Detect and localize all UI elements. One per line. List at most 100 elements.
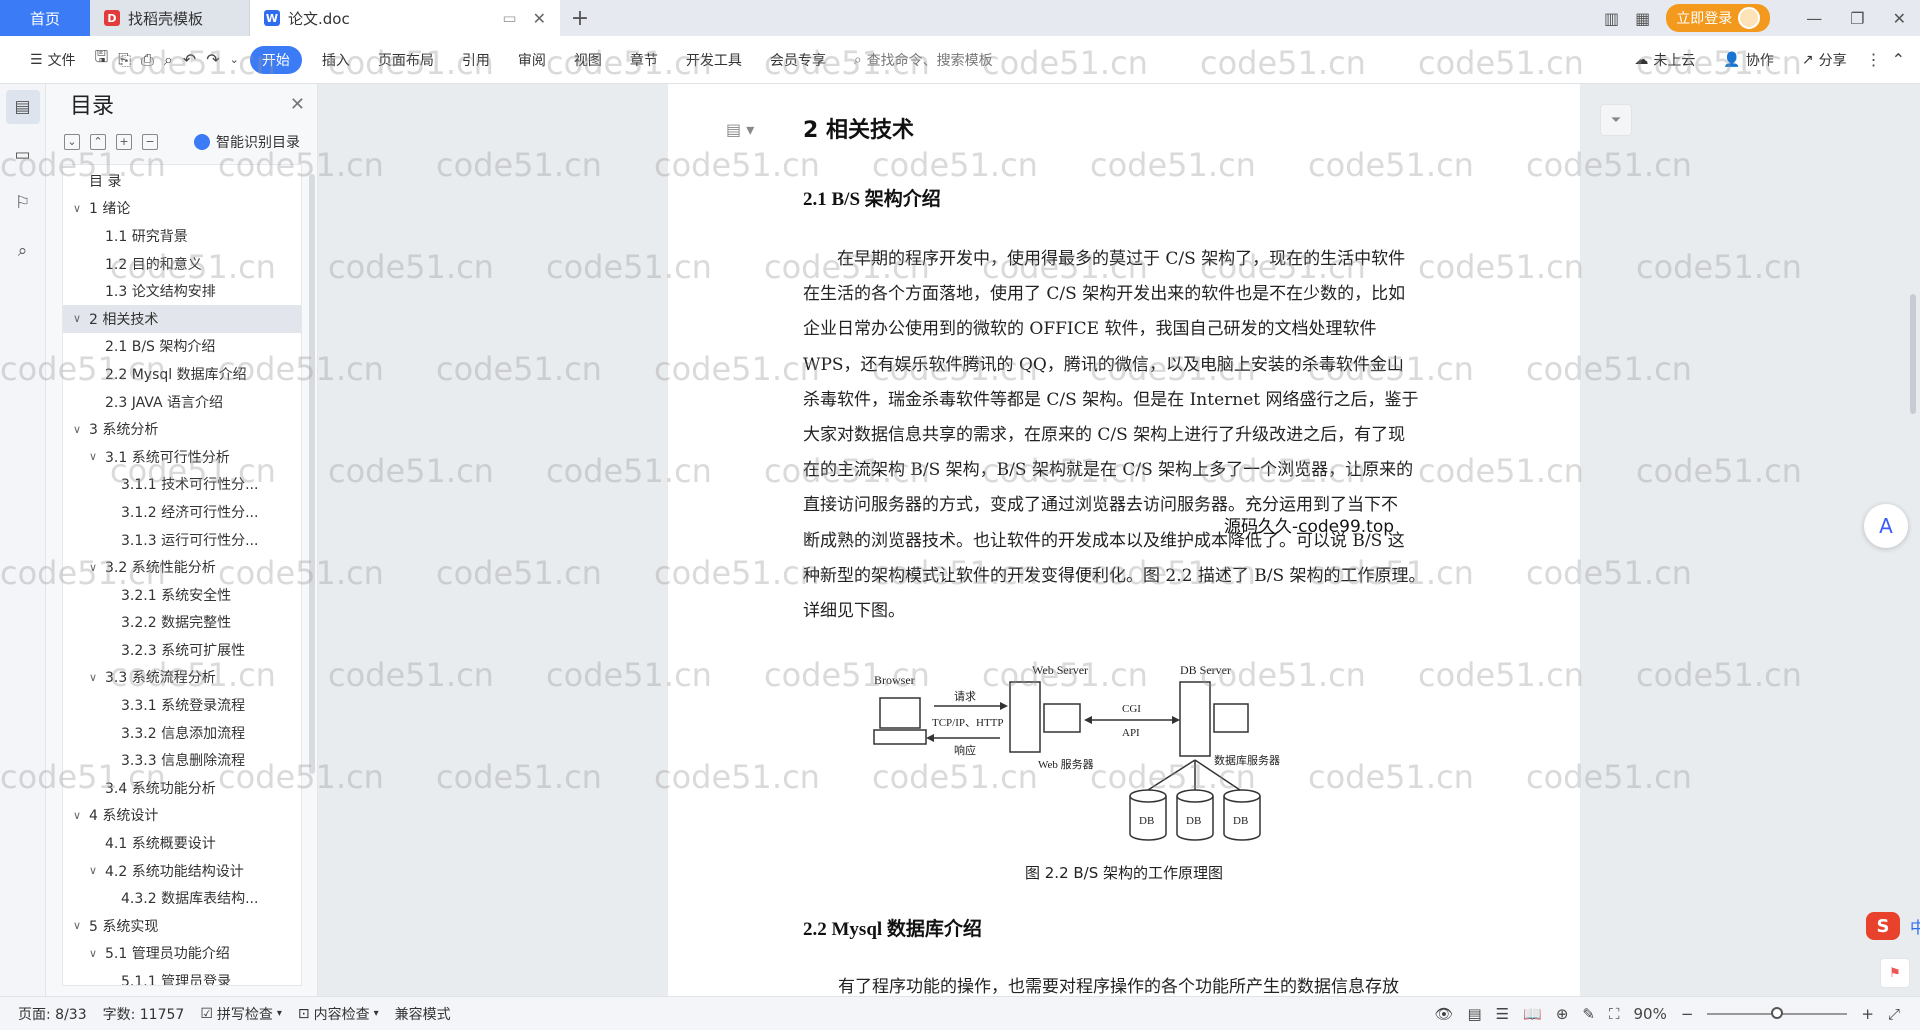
- zoom-slider[interactable]: [1707, 1006, 1848, 1019]
- tab-layout[interactable]: 页面布局: [364, 50, 448, 70]
- toc-item[interactable]: ∨ 5 系统实现: [63, 912, 301, 940]
- toc-item[interactable]: 3.1.1 技术可行性分...: [63, 471, 301, 499]
- toc-item[interactable]: 1.3 论文结构安排: [63, 277, 301, 305]
- toc-item[interactable]: ∨ 3 系统分析: [63, 415, 301, 443]
- close-icon[interactable]: ✕: [290, 94, 305, 115]
- ai-assistant-icon[interactable]: A: [1864, 504, 1908, 548]
- toc-nav-icon[interactable]: ▤: [5, 90, 40, 124]
- outline-view-icon[interactable]: ☰: [1496, 1005, 1509, 1023]
- login-button[interactable]: 立即登录: [1666, 4, 1771, 32]
- toc-scrollbar[interactable]: [309, 174, 315, 774]
- tab-section[interactable]: 章节: [616, 50, 672, 70]
- page-indicator[interactable]: 页面: 8/33: [10, 1004, 95, 1024]
- share-button[interactable]: ↗ 分享: [1788, 50, 1861, 70]
- tab-insert[interactable]: 插入: [308, 50, 364, 70]
- read-view-icon[interactable]: 📖: [1523, 1005, 1542, 1023]
- chevron-down-icon[interactable]: ∨: [85, 864, 101, 877]
- remove-heading-icon[interactable]: −: [142, 134, 158, 150]
- eye-protect-icon[interactable]: 👁: [1434, 1005, 1453, 1023]
- toc-item[interactable]: 2.1 B/S 架构介绍: [63, 333, 301, 361]
- feedback-icon[interactable]: ⚑: [1880, 958, 1910, 988]
- undo-icon[interactable]: ↶: [178, 50, 201, 69]
- print-icon[interactable]: ⎙: [136, 50, 159, 70]
- page-view-icon[interactable]: ▤: [1467, 1005, 1481, 1023]
- toc-item[interactable]: 3.3.2 信息添加流程: [63, 719, 301, 747]
- toc-item[interactable]: 1.2 目的和意义: [63, 250, 301, 278]
- toc-item[interactable]: 2.3 JAVA 语言介绍: [63, 388, 301, 416]
- chevron-down-icon[interactable]: ∨: [69, 202, 85, 215]
- scroll-thumb[interactable]: [1910, 294, 1916, 414]
- toc-item[interactable]: 5.1.1 管理员登录: [63, 967, 301, 985]
- toc-item[interactable]: 1.1 研究背景: [63, 222, 301, 250]
- toc-item[interactable]: 3.4 系统功能分析: [63, 774, 301, 802]
- sogou-ime-icon[interactable]: S: [1866, 912, 1900, 940]
- window-restore-icon[interactable]: ▭: [502, 9, 516, 27]
- chapter-nav-icon[interactable]: ▭: [6, 138, 40, 172]
- dropdown-icon[interactable]: ⌄: [225, 53, 244, 66]
- chevron-down-icon[interactable]: ∨: [69, 919, 85, 932]
- toc-item[interactable]: ∨ 3.3 系统流程分析: [63, 664, 301, 692]
- more-icon[interactable]: ⋮: [1861, 50, 1887, 69]
- zoom-out-icon[interactable]: −: [1681, 1005, 1694, 1023]
- word-count[interactable]: 字数: 11757: [95, 1004, 193, 1024]
- collapse-all-icon[interactable]: ⌃: [90, 134, 106, 150]
- fit-page-icon[interactable]: ⛶: [1609, 1005, 1620, 1023]
- toc-item[interactable]: ∨ 4.2 系统功能结构设计: [63, 857, 301, 885]
- new-tab-button[interactable]: +: [560, 0, 600, 36]
- tab-template[interactable]: D 找稻壳模板: [90, 0, 250, 36]
- apps-grid-icon[interactable]: ▦: [1635, 9, 1650, 28]
- tab-document[interactable]: W 论文.doc ▭ ✕: [250, 0, 560, 36]
- tab-references[interactable]: 引用: [448, 50, 504, 70]
- toc-item[interactable]: 3.2.1 系统安全性: [63, 581, 301, 609]
- save-icon[interactable]: 🖫: [90, 46, 114, 73]
- toc-item[interactable]: 2.2 Mysql 数据库介绍: [63, 360, 301, 388]
- tab-review[interactable]: 审阅: [504, 50, 560, 70]
- fullscreen-icon[interactable]: ⤢: [1888, 1005, 1900, 1023]
- filter-icon[interactable]: ⏷: [1600, 104, 1632, 136]
- chevron-down-icon[interactable]: ∨: [69, 423, 85, 436]
- page-tools-icon[interactable]: ▤ ▾: [726, 120, 754, 139]
- chevron-down-icon[interactable]: ∨: [85, 947, 101, 960]
- chevron-down-icon[interactable]: ∨: [69, 312, 85, 325]
- vertical-scrollbar[interactable]: [1908, 84, 1918, 996]
- close-tab-icon[interactable]: ✕: [533, 9, 546, 28]
- toc-item[interactable]: ∨ 4 系统设计: [63, 802, 301, 830]
- collab-button[interactable]: 👤 协作: [1709, 50, 1787, 70]
- toc-item[interactable]: 3.2.2 数据完整性: [63, 609, 301, 637]
- toc-item[interactable]: ∨ 2 相关技术: [63, 304, 301, 333]
- toc-item[interactable]: ∨ 3.1 系统可行性分析: [63, 443, 301, 471]
- toc-item[interactable]: 目 录: [63, 167, 301, 195]
- tab-start[interactable]: 开始: [249, 45, 302, 74]
- toc-item[interactable]: 4.3.2 数据库表结构...: [63, 884, 301, 912]
- smart-toc-button[interactable]: 智能识别目录: [194, 132, 300, 152]
- bookmark-icon[interactable]: ⚐: [6, 186, 40, 220]
- content-check-button[interactable]: ⊡ 内容检查 ▾: [290, 1004, 387, 1024]
- tab-devtools[interactable]: 开发工具: [672, 50, 756, 70]
- toc-item[interactable]: 3.3.3 信息删除流程: [63, 746, 301, 774]
- zoom-level[interactable]: 90%: [1633, 1005, 1666, 1023]
- chevron-down-icon[interactable]: ∨: [85, 561, 101, 574]
- redo-icon[interactable]: ↷: [201, 50, 224, 69]
- spell-check-button[interactable]: ☑ 拼写检查 ▾: [192, 1004, 290, 1024]
- add-heading-icon[interactable]: +: [116, 134, 132, 150]
- toc-item[interactable]: 3.1.3 运行可行性分...: [63, 526, 301, 554]
- file-menu[interactable]: ☰ 文件: [16, 50, 90, 70]
- find-icon[interactable]: ⌕: [6, 234, 40, 268]
- chevron-down-icon[interactable]: ∨: [69, 809, 85, 822]
- expand-all-icon[interactable]: ⌄: [64, 134, 80, 150]
- close-window-icon[interactable]: ✕: [1893, 9, 1906, 28]
- chevron-down-icon[interactable]: ∨: [85, 671, 101, 684]
- web-view-icon[interactable]: ⊕: [1556, 1005, 1569, 1023]
- export-icon[interactable]: ⎘: [113, 50, 136, 70]
- document-page[interactable]: ▤ ▾ 2 相关技术 2.1 B/S 架构介绍 在早期的程序开发中，使用得最多的…: [668, 84, 1580, 996]
- pen-icon[interactable]: ✎: [1582, 1005, 1595, 1023]
- toc-item[interactable]: 4.1 系统概要设计: [63, 829, 301, 857]
- tab-view[interactable]: 视图: [560, 50, 616, 70]
- tab-member[interactable]: 会员专享: [756, 50, 840, 70]
- toc-item[interactable]: 3.3.1 系统登录流程: [63, 691, 301, 719]
- command-search[interactable]: ⌕ 查找命令、搜索模板: [840, 50, 1007, 70]
- zoom-slider-knob[interactable]: [1771, 1006, 1784, 1019]
- tab-home[interactable]: 首页: [0, 0, 90, 36]
- reading-mode-icon[interactable]: ▥: [1604, 9, 1619, 28]
- toc-item[interactable]: ∨ 3.2 系统性能分析: [63, 553, 301, 581]
